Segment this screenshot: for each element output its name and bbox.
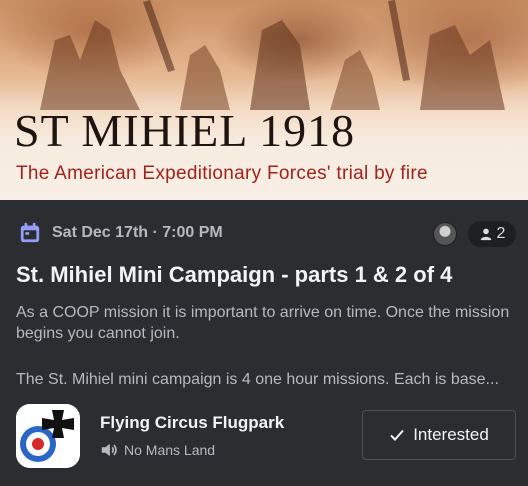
person-icon [480, 228, 491, 241]
event-card[interactable]: ST MIHIEL 1918 The American Expeditionar… [0, 0, 528, 486]
event-meta-row: Sat Dec 17th · 7:00 PM 2 [16, 221, 516, 248]
channel-name: No Mans Land [124, 442, 216, 458]
banner-subtitle: The American Expeditionary Forces' trial… [16, 163, 428, 184]
interested-label: Interested [413, 425, 489, 444]
speaker-icon [101, 443, 117, 457]
event-description-more: The St. Mihiel mini campaign is 4 one ho… [16, 371, 499, 388]
event-description: As a COOP mission it is important to arr… [16, 304, 510, 342]
attendee-count-badge[interactable]: 2 [468, 221, 516, 247]
attendee-count: 2 [496, 225, 506, 242]
banner-title: ST MIHIEL 1918 [14, 105, 356, 156]
event-datetime: Sat Dec 17th · 7:00 PM [52, 224, 223, 241]
check-icon [390, 429, 404, 441]
soldiers-artwork [40, 0, 505, 110]
roundel-cross-logo [16, 404, 80, 468]
event-title[interactable]: St. Mihiel Mini Campaign - parts 1 & 2 o… [16, 262, 516, 288]
server-icon[interactable] [16, 404, 80, 468]
server-name[interactable]: Flying Circus Flugpark [100, 413, 284, 433]
calendar-icon [20, 222, 40, 243]
event-cover-image: ST MIHIEL 1918 The American Expeditionar… [0, 0, 528, 200]
event-channel[interactable]: No Mans Land [100, 440, 215, 460]
interested-button[interactable]: Interested [362, 410, 516, 460]
attendee-avatar[interactable] [433, 222, 457, 246]
